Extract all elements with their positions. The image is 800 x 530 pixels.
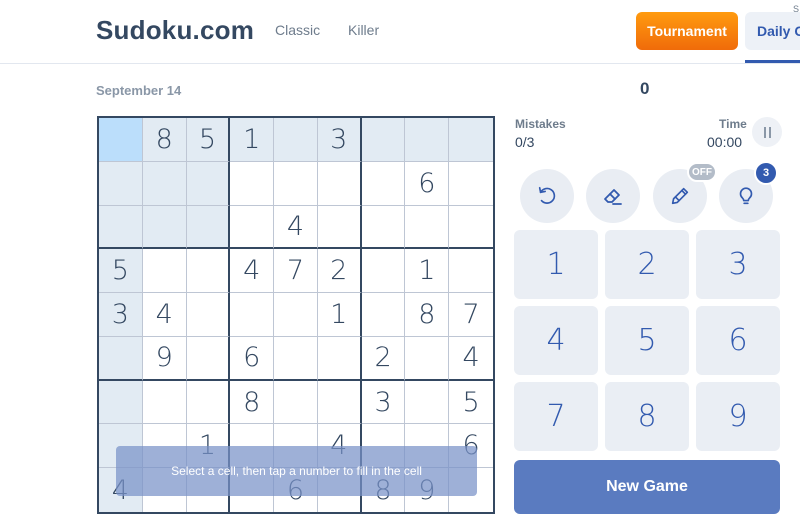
board-cell[interactable] bbox=[230, 293, 275, 337]
board-cell[interactable] bbox=[186, 293, 231, 337]
board-cell[interactable] bbox=[142, 380, 187, 425]
board-cell[interactable]: 8 bbox=[142, 118, 187, 162]
board-cell[interactable]: 9 bbox=[142, 336, 187, 381]
mistakes-value: 0/3 bbox=[515, 134, 535, 150]
puzzle-date: September 14 bbox=[96, 83, 182, 98]
undo-icon bbox=[538, 186, 556, 204]
numpad-key[interactable]: 1 bbox=[514, 230, 598, 299]
board-cell[interactable]: 8 bbox=[405, 293, 450, 337]
board-cell[interactable]: 3 bbox=[317, 118, 362, 162]
eraser-icon bbox=[604, 189, 622, 205]
timer-value: 00:00 bbox=[707, 134, 743, 150]
board-cell[interactable] bbox=[361, 118, 406, 162]
hints-count-badge: 3 bbox=[754, 161, 778, 185]
board-cell[interactable]: 1 bbox=[317, 293, 362, 337]
board-cell[interactable]: 8 bbox=[230, 380, 275, 425]
daily-tab-caption: S bbox=[793, 4, 800, 14]
board-cell[interactable]: 1 bbox=[230, 118, 275, 162]
board-cell[interactable]: 5 bbox=[186, 118, 231, 162]
board-cell[interactable]: 4 bbox=[274, 205, 318, 250]
lightbulb-icon bbox=[739, 187, 753, 205]
board-cell[interactable] bbox=[186, 161, 231, 206]
board-cell[interactable] bbox=[405, 205, 450, 250]
board-cell[interactable]: 3 bbox=[99, 293, 143, 337]
nav-link-classic[interactable]: Classic bbox=[275, 22, 320, 38]
board-cell[interactable]: 7 bbox=[449, 293, 493, 337]
board-cell[interactable] bbox=[274, 161, 318, 206]
board-cell[interactable]: 2 bbox=[317, 249, 362, 294]
score: 0 bbox=[640, 79, 650, 98]
board-cell[interactable] bbox=[186, 336, 231, 381]
numpad-key[interactable]: 8 bbox=[605, 382, 689, 451]
board-cell[interactable] bbox=[405, 336, 450, 381]
top-header: Sudoku.com Classic Killer Tournament Dai… bbox=[0, 0, 800, 64]
board-cell[interactable]: 4 bbox=[449, 337, 493, 381]
numpad-key[interactable]: 4 bbox=[514, 306, 598, 375]
board-cell[interactable] bbox=[142, 161, 187, 206]
board-cell[interactable] bbox=[317, 161, 362, 206]
numpad-key[interactable]: 5 bbox=[605, 306, 689, 375]
board-cell[interactable] bbox=[361, 205, 406, 250]
board-cell[interactable] bbox=[142, 249, 187, 294]
board-cell[interactable] bbox=[449, 249, 493, 294]
board-cell[interactable] bbox=[99, 205, 143, 250]
board-cell[interactable]: 2 bbox=[361, 336, 406, 381]
board-cell[interactable] bbox=[317, 336, 362, 381]
board-cell[interactable] bbox=[142, 205, 187, 250]
board-cell[interactable]: 6 bbox=[230, 336, 275, 381]
board-cell[interactable] bbox=[186, 380, 231, 425]
erase-button[interactable] bbox=[586, 169, 640, 223]
board-cell[interactable] bbox=[230, 161, 275, 206]
numpad-key[interactable]: 6 bbox=[696, 306, 780, 375]
board-cell[interactable] bbox=[274, 118, 318, 162]
board-cell[interactable] bbox=[361, 161, 406, 206]
active-tab-indicator bbox=[745, 60, 800, 63]
time-label: Time bbox=[719, 117, 747, 131]
board-cell[interactable] bbox=[99, 161, 143, 206]
pause-button[interactable] bbox=[752, 117, 782, 147]
board-cell[interactable] bbox=[405, 380, 450, 425]
numpad-key[interactable]: 7 bbox=[514, 382, 598, 451]
board-cell[interactable] bbox=[361, 249, 406, 294]
number-pad: 123 456 789 bbox=[514, 230, 780, 451]
nav-link-killer[interactable]: Killer bbox=[348, 22, 379, 38]
board-cell[interactable] bbox=[274, 336, 318, 381]
tournament-button[interactable]: Tournament bbox=[636, 12, 738, 50]
board-cell[interactable] bbox=[317, 380, 362, 425]
board-cell[interactable] bbox=[405, 118, 450, 162]
board-cell[interactable] bbox=[99, 118, 143, 162]
numpad-key[interactable]: 9 bbox=[696, 382, 780, 451]
board-cell[interactable] bbox=[361, 293, 406, 337]
logo[interactable]: Sudoku.com bbox=[96, 15, 254, 46]
board-cell[interactable]: 4 bbox=[230, 249, 275, 294]
board-cell[interactable]: 1 bbox=[405, 249, 450, 294]
undo-button[interactable] bbox=[520, 169, 574, 223]
mistakes-label: Mistakes bbox=[515, 117, 566, 131]
board-cell[interactable] bbox=[186, 249, 231, 294]
numpad-key[interactable]: 3 bbox=[696, 230, 780, 299]
board-cell[interactable] bbox=[449, 118, 493, 162]
board-cell[interactable]: 7 bbox=[274, 249, 318, 294]
numpad-key[interactable]: 2 bbox=[605, 230, 689, 299]
daily-challenge-tab[interactable]: Daily C bbox=[745, 12, 800, 50]
board-cell[interactable] bbox=[317, 205, 362, 250]
hint-toast: Select a cell, then tap a number to fill… bbox=[116, 446, 477, 496]
board-cell[interactable]: 6 bbox=[405, 161, 450, 206]
board-cell[interactable]: 4 bbox=[142, 293, 187, 337]
board-cell[interactable] bbox=[99, 380, 143, 425]
board-cell[interactable] bbox=[449, 206, 493, 250]
notes-status-badge: OFF bbox=[687, 162, 717, 182]
board-cell[interactable] bbox=[186, 205, 231, 250]
new-game-button[interactable]: New Game bbox=[514, 460, 780, 514]
board-cell[interactable] bbox=[99, 336, 143, 381]
board-cell[interactable] bbox=[230, 205, 275, 250]
pencil-icon bbox=[671, 187, 689, 205]
board-cell[interactable]: 5 bbox=[449, 381, 493, 425]
board-cell[interactable] bbox=[274, 380, 318, 425]
pause-icon bbox=[763, 126, 766, 138]
board-cell[interactable] bbox=[449, 162, 493, 206]
board-cell[interactable]: 5 bbox=[99, 249, 143, 294]
board-cell[interactable]: 3 bbox=[361, 380, 406, 425]
board-cell[interactable] bbox=[274, 293, 318, 337]
